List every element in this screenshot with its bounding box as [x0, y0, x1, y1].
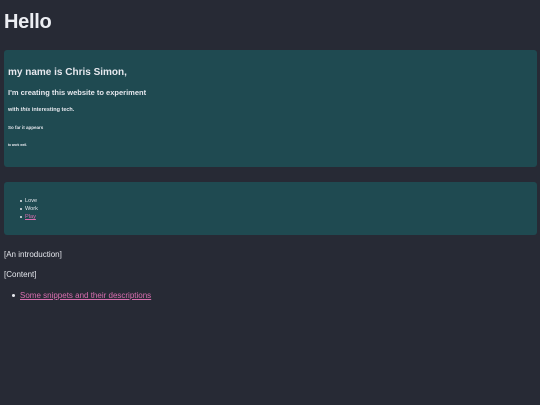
- intro-heading-name: my name is Chris Simon,: [8, 67, 127, 78]
- snippets-link[interactable]: Some snippets and their descriptions: [20, 291, 151, 300]
- nav-panel: Love Work Play: [4, 182, 537, 235]
- introduction-placeholder: [An introduction]: [4, 250, 62, 259]
- nav-item-play[interactable]: Play: [20, 213, 38, 221]
- intro-tech-emphasis: this: [20, 107, 31, 113]
- page-title: Hello: [4, 11, 52, 33]
- intro-heading-result: to work well.: [8, 143, 28, 147]
- intro-panel: my name is Chris Simon, I'm creating thi…: [4, 50, 537, 167]
- content-placeholder: [Content]: [4, 270, 37, 279]
- intro-tech-suffix: interesting tech.: [30, 107, 75, 113]
- intro-heading-status: So far it appears: [8, 125, 44, 130]
- content-list: Some snippets and their descriptions: [11, 291, 151, 300]
- content-list-item[interactable]: Some snippets and their descriptions: [11, 291, 151, 300]
- nav-item-work: Work: [20, 206, 38, 212]
- intro-tech-prefix: with: [8, 107, 21, 113]
- nav-link-play[interactable]: Play: [25, 214, 36, 220]
- nav-item-love: Love: [20, 198, 38, 204]
- intro-heading-tech: with this interesting tech.: [8, 107, 74, 113]
- nav-list: Love Work Play: [20, 197, 38, 221]
- intro-heading-purpose: I'm creating this website to experiment: [8, 88, 147, 97]
